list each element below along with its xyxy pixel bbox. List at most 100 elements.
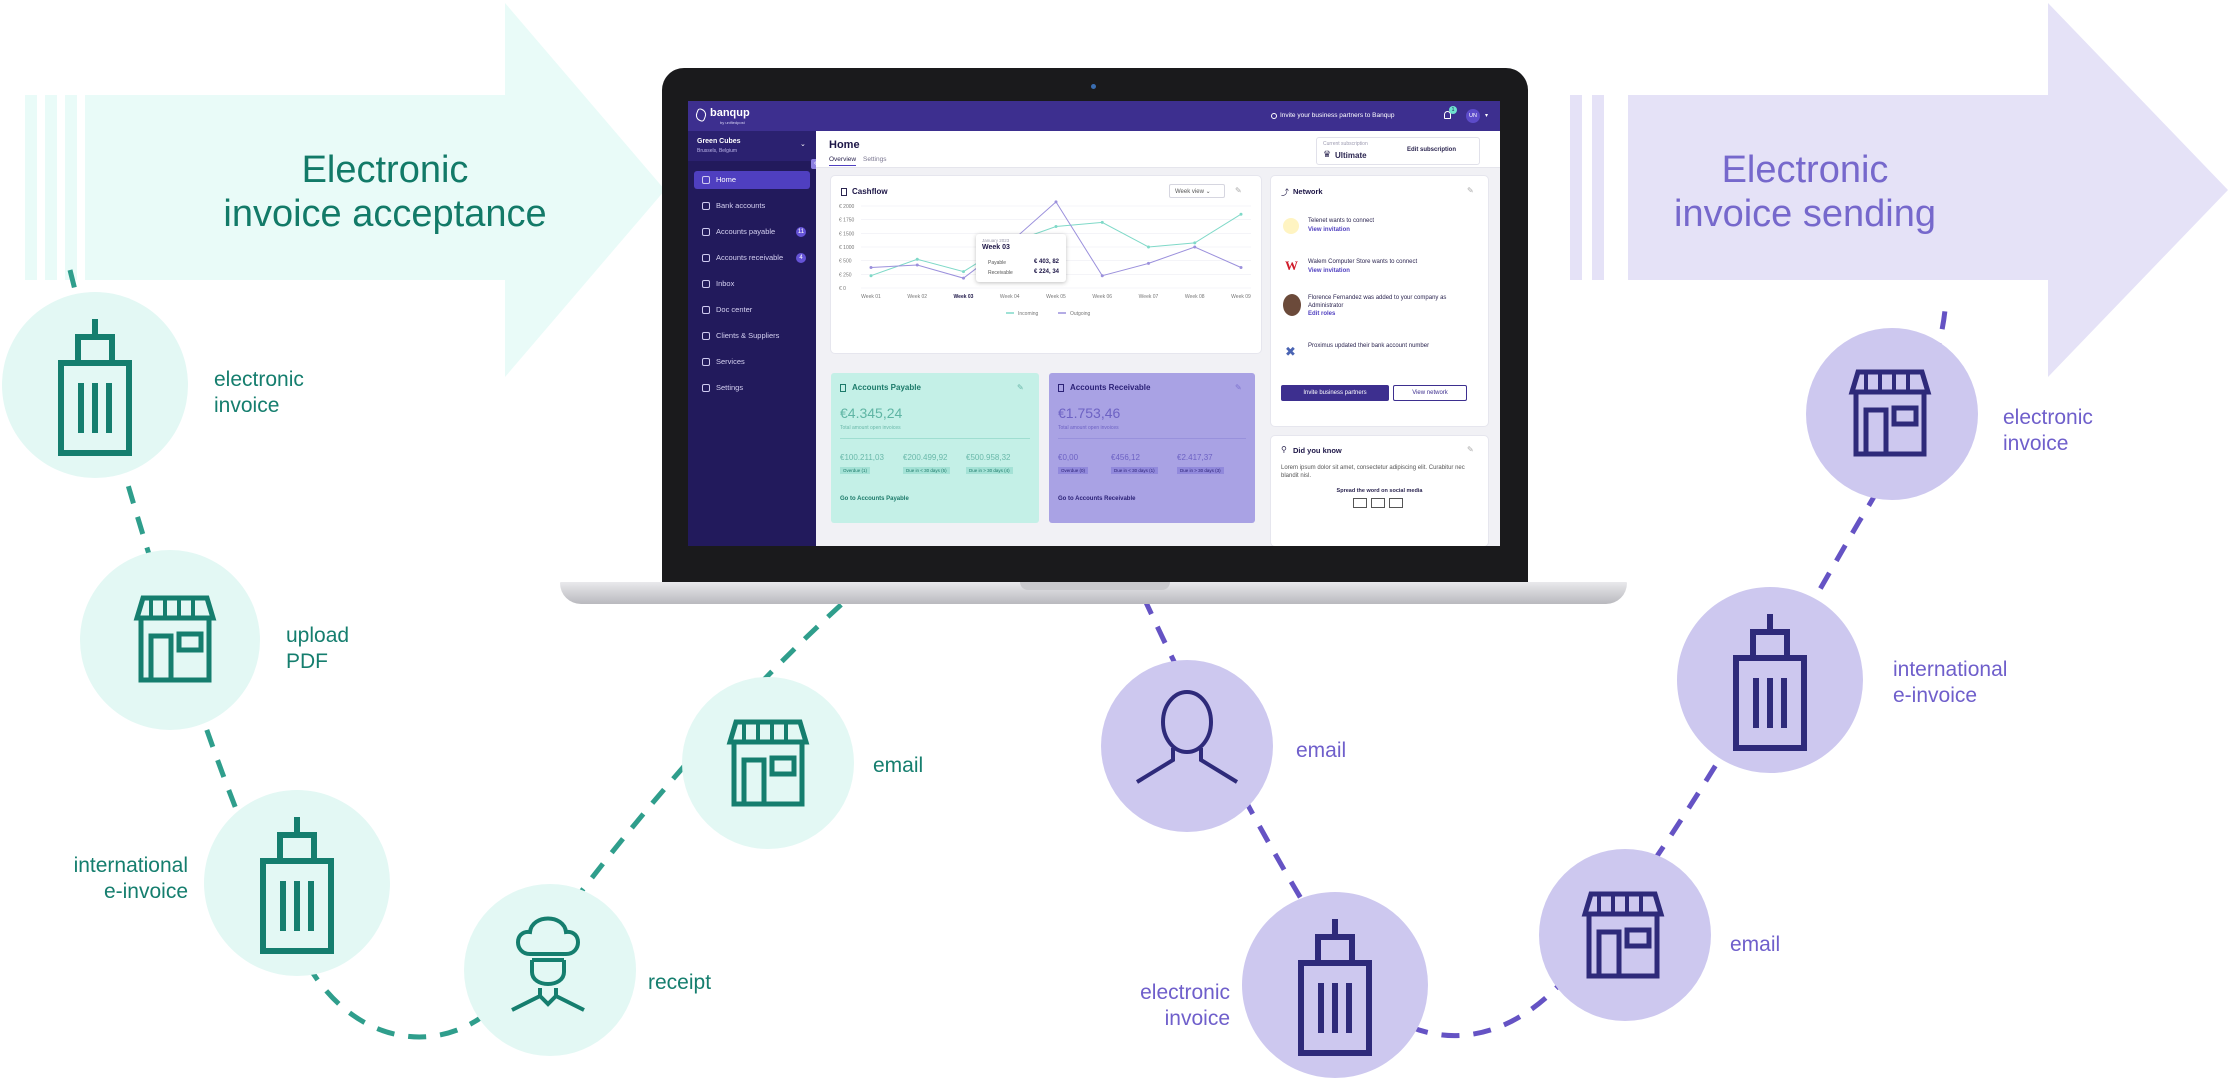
outgoing-series-line-point[interactable] [1147, 261, 1150, 265]
x-tick-label: Week 08 [1185, 294, 1205, 300]
node-receipt [464, 884, 636, 1056]
label-email-store-out: email [1730, 933, 1781, 956]
payable-overdue-amount: €100.211,03 [840, 453, 884, 462]
node-email-person [1101, 660, 1273, 832]
accounts-payable-card: Accounts Payable ✎ €4.345,24 Total amoun… [831, 373, 1039, 523]
app-screen: banqup by unifiedpost Invite your busine… [688, 101, 1500, 546]
sidebar-item-label: Doc center [716, 305, 753, 314]
incoming-series-line-point[interactable] [915, 257, 919, 261]
acceptance-title: Electronic invoice acceptance [223, 149, 547, 235]
sidebar-item-services[interactable]: Services [694, 353, 810, 371]
user-menu-chevron-icon[interactable]: ▾ [1485, 112, 1488, 119]
florence-avatar [1283, 294, 1301, 316]
social-share-icon-3[interactable] [1389, 498, 1403, 508]
y-tick-label: € 2000 [839, 204, 855, 210]
page-header: Home Overview Settings Current subscript… [816, 131, 1500, 168]
nav-icon [702, 202, 710, 210]
network-item-1-link[interactable]: View invitation [1308, 227, 1350, 233]
invite-partners-link[interactable]: Invite your business partners to Banqup [1280, 112, 1395, 119]
label-electronic-invoice-out-bottom: electronic invoice [1140, 981, 1230, 1030]
sidebar-item-bank-accounts[interactable]: Bank accounts [694, 197, 810, 215]
label-international-e-invoice-out: international e-invoice [1893, 658, 2008, 707]
social-share-icon-1[interactable] [1353, 498, 1367, 508]
payable-overdue-tag: Overdue (1) [840, 467, 871, 474]
payable-edit-icon[interactable]: ✎ [1017, 383, 1024, 392]
y-tick-label: € 1000 [839, 245, 855, 251]
label-electronic-invoice-in: electronic invoice [214, 368, 304, 417]
incoming-series-line-point[interactable] [1100, 220, 1104, 224]
sidebar-item-inbox[interactable]: Inbox [694, 275, 810, 293]
sending-title: Electronic invoice sending [1674, 149, 1936, 235]
node-international-e-invoice-out [1677, 587, 1863, 773]
user-avatar[interactable]: UN [1466, 109, 1480, 123]
payable-title: Accounts Payable [852, 383, 921, 392]
x-tick-label: Week 03 [954, 294, 974, 300]
incoming-series-line-point[interactable] [1193, 241, 1197, 245]
brand-sub: by unifiedpost [720, 120, 745, 125]
sidebar-item-clients-suppliers[interactable]: Clients & Suppliers [694, 327, 810, 345]
sidebar-item-accounts-payable[interactable]: Accounts payable 11 [694, 223, 810, 241]
nav-icon [702, 384, 710, 392]
receivable-link[interactable]: Go to Accounts Receivable [1058, 496, 1135, 502]
sidebar-item-label: Settings [716, 383, 744, 392]
tooltip-receivable-value: € 224, 34 [1034, 269, 1060, 275]
outgoing-series-line-point[interactable] [869, 266, 873, 269]
network-title: Network [1293, 187, 1323, 196]
incoming-series-line-point[interactable] [869, 274, 873, 278]
tooltip-receivable-label: Receivable [988, 270, 1013, 276]
incoming-series-line-point[interactable] [1147, 245, 1150, 249]
tab-settings[interactable]: Settings [863, 156, 887, 163]
payable-due-later-tag: Due in > 30 days (4) [966, 467, 1013, 474]
payable-total-caption: Total amount open invoices [840, 425, 901, 431]
incoming-series-line-point[interactable] [1239, 212, 1243, 216]
outgoing-series-line-point[interactable] [1239, 266, 1243, 269]
outgoing-series-line-point[interactable] [1054, 200, 1058, 204]
y-tick-label: € 0 [839, 286, 846, 292]
company-switcher[interactable]: Green Cubes Brussels, Belgium ⌄ [688, 131, 816, 161]
social-share-icon-2[interactable] [1371, 498, 1385, 508]
outgoing-series-line-point[interactable] [962, 276, 965, 280]
network-item-2-link[interactable]: View invitation [1308, 268, 1350, 274]
network-item-2-text: Walem Computer Store wants to connect [1308, 259, 1418, 265]
did-you-know-card: ⚲ Did you know ✎ Lorem ipsum dolor sit a… [1271, 436, 1488, 546]
sidebar-count-badge: 4 [796, 253, 806, 263]
receivable-edit-icon[interactable]: ✎ [1235, 383, 1242, 392]
did-you-know-text: Lorem ipsum dolor sit amet, consectetur … [1281, 465, 1465, 479]
edit-subscription-link[interactable]: Edit subscription [1407, 147, 1456, 153]
receivable-overdue-amount: €0,00 [1058, 453, 1079, 462]
tooltip-payable-value: € 403, 82 [1034, 259, 1060, 265]
sidebar-item-label: Bank accounts [716, 201, 766, 210]
sidebar-item-doc-center[interactable]: Doc center [694, 301, 810, 319]
app-main: Home Overview Settings Current subscript… [816, 131, 1500, 546]
view-network-button[interactable]: View network [1393, 385, 1467, 401]
invite-partners-button[interactable]: Invite business partners [1281, 385, 1389, 401]
y-tick-label: € 1500 [839, 231, 855, 237]
network-item-3-text: Florence Fernandez was added to your com… [1308, 295, 1447, 309]
sidebar-item-accounts-receivable[interactable]: Accounts receivable 4 [694, 249, 810, 267]
notification-badge: 1 [1449, 106, 1457, 114]
nav-icon [702, 306, 710, 314]
network-edit-icon[interactable]: ✎ [1467, 186, 1474, 195]
label-electronic-invoice-out-top: electronic invoice [2003, 406, 2093, 455]
crown-icon: ♛ [1323, 149, 1332, 159]
did-you-know-edit-icon[interactable]: ✎ [1467, 445, 1474, 454]
x-tick-label: Week 05 [1046, 294, 1066, 300]
tab-overview[interactable]: Overview [829, 156, 857, 166]
outgoing-series-line-point[interactable] [1100, 274, 1104, 278]
outgoing-series-line-point[interactable] [915, 263, 919, 267]
x-tick-label: Week 07 [1139, 294, 1159, 300]
cashflow-title: Cashflow [852, 187, 888, 196]
payable-link[interactable]: Go to Accounts Payable [840, 496, 909, 502]
incoming-series-line-point[interactable] [1054, 225, 1058, 228]
outgoing-series-line-point[interactable] [1193, 245, 1197, 249]
page-title: Home [829, 139, 860, 151]
sidebar-item-label: Accounts receivable [716, 253, 784, 262]
cashflow-edit-icon[interactable]: ✎ [1235, 186, 1242, 195]
label-receipt: receipt [648, 971, 712, 994]
sidebar-item-settings[interactable]: Settings [694, 379, 810, 397]
share-caption: Spread the word on social media [1336, 488, 1423, 494]
network-item-3-link[interactable]: Edit roles [1308, 311, 1335, 317]
legend-label: Incoming [1018, 311, 1039, 317]
sidebar-item-home[interactable]: Home [694, 171, 810, 189]
incoming-series-line-point[interactable] [962, 270, 965, 274]
